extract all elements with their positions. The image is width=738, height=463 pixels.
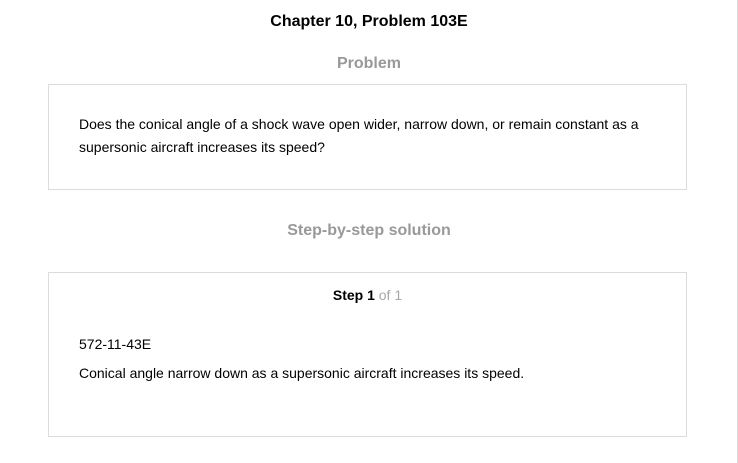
chapter-title: Chapter 10, Problem 103E	[270, 13, 468, 30]
step-label: Step 1	[332, 287, 375, 303]
solution-card: Step 1 of 1 572-11-43E Conical angle nar…	[48, 272, 687, 437]
step-answer: Conical angle narrow down as a supersoni…	[79, 365, 525, 381]
problem-heading: Problem	[336, 55, 401, 72]
problem-text: Does the conical angle of a shock wave o…	[79, 116, 639, 155]
step-reference: 572-11-43E	[79, 336, 152, 352]
step-count: of 1	[378, 287, 403, 303]
solution-heading: Step-by-step solution	[287, 222, 451, 239]
step-header: Step 1 of 1	[49, 286, 686, 304]
problem-card: Does the conical angle of a shock wave o…	[48, 84, 687, 190]
page: Chapter 10, Problem 103E Problem Does th…	[0, 0, 738, 463]
